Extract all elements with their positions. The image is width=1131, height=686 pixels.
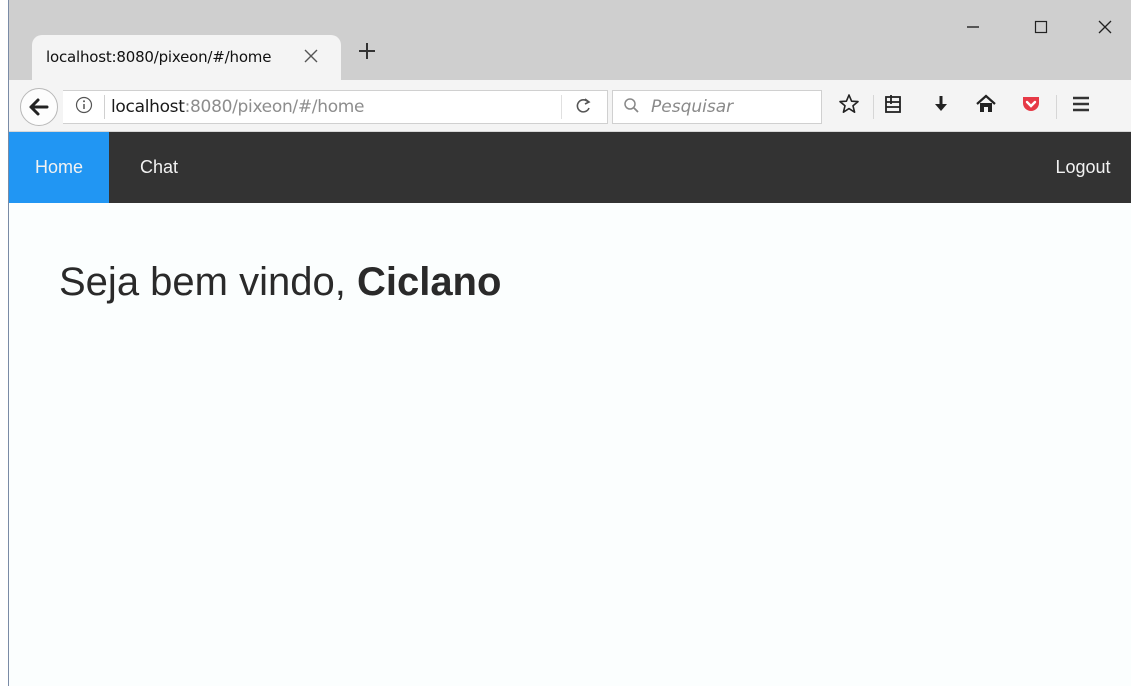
minimize-icon[interactable] <box>953 14 993 44</box>
close-tab-icon[interactable] <box>302 47 320 65</box>
toolbar-separator <box>873 95 874 119</box>
pocket-icon[interactable] <box>1017 93 1045 121</box>
tab-title: localhost:8080/pixeon/#/home <box>46 48 272 66</box>
nav-home-link[interactable]: Home <box>9 132 109 203</box>
star-icon[interactable] <box>835 93 863 121</box>
maximize-icon[interactable] <box>1021 14 1061 44</box>
logout-link[interactable]: Logout <box>1035 132 1131 203</box>
nav-chat-link[interactable]: Chat <box>109 132 209 203</box>
info-icon[interactable] <box>75 96 93 114</box>
home-icon[interactable] <box>972 93 1000 121</box>
toolbar-separator <box>1056 95 1057 119</box>
url-path: :8080/pixeon/#/home <box>184 97 365 117</box>
reload-icon[interactable] <box>571 96 595 120</box>
user-name: Ciclano <box>356 260 502 304</box>
url-separator <box>104 95 105 119</box>
close-window-icon[interactable] <box>1085 14 1125 44</box>
hamburger-menu-icon[interactable] <box>1067 93 1095 121</box>
url-text[interactable]: localhost:8080/pixeon/#/home <box>111 97 365 117</box>
welcome-heading: Seja bem vindo, Ciclano <box>59 260 501 305</box>
reload-separator <box>561 95 562 119</box>
new-tab-icon[interactable] <box>356 40 378 62</box>
search-icon <box>622 96 642 116</box>
browser-window: localhost:8080/pixeon/#/home localhost:8… <box>8 0 1131 686</box>
bookmark-list-icon[interactable] <box>879 93 907 121</box>
back-arrow-icon[interactable] <box>20 88 58 126</box>
url-host: localhost <box>111 97 185 117</box>
search-placeholder: Pesquisar <box>651 97 734 117</box>
download-icon[interactable] <box>927 93 955 121</box>
greeting-text: Seja bem vindo, <box>59 260 357 304</box>
browser-tab[interactable]: localhost:8080/pixeon/#/home <box>32 35 341 80</box>
